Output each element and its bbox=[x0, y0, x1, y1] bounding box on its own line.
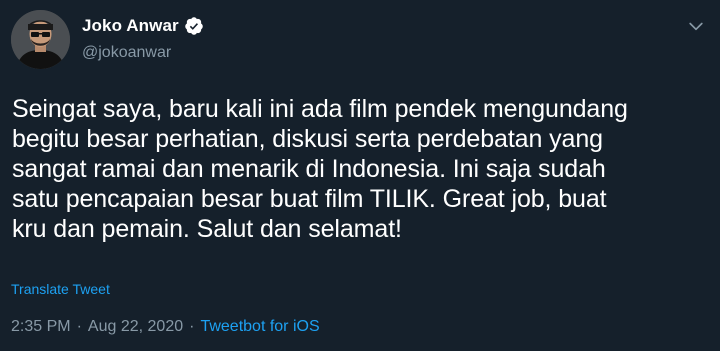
user-handle[interactable]: @jokoanwar bbox=[82, 44, 204, 62]
tweet-date[interactable]: Aug 22, 2020 bbox=[88, 318, 183, 336]
tweet-time[interactable]: 2:35 PM bbox=[11, 318, 71, 336]
display-name[interactable]: Joko Anwar bbox=[82, 16, 179, 36]
verified-badge-icon bbox=[184, 16, 204, 36]
meta-separator: · bbox=[76, 318, 82, 335]
tweet-text: Seingat saya, baru kali ini ada film pen… bbox=[12, 95, 628, 243]
tweet-header: Joko Anwar @jokoanwar bbox=[82, 14, 204, 62]
meta-separator-2: · bbox=[189, 318, 195, 335]
chevron-down-icon[interactable] bbox=[686, 16, 706, 36]
avatar[interactable] bbox=[11, 10, 70, 69]
avatar-image bbox=[11, 10, 70, 69]
tweet-card: Joko Anwar @jokoanwar Seingat saya, baru… bbox=[0, 0, 720, 351]
translate-tweet-link[interactable]: Translate Tweet bbox=[11, 281, 110, 297]
tweet-source-link[interactable]: Tweetbot for iOS bbox=[200, 318, 319, 336]
name-row: Joko Anwar bbox=[82, 14, 204, 38]
tweet-meta: 2:35 PM · Aug 22, 2020 · Tweetbot for iO… bbox=[11, 318, 320, 336]
